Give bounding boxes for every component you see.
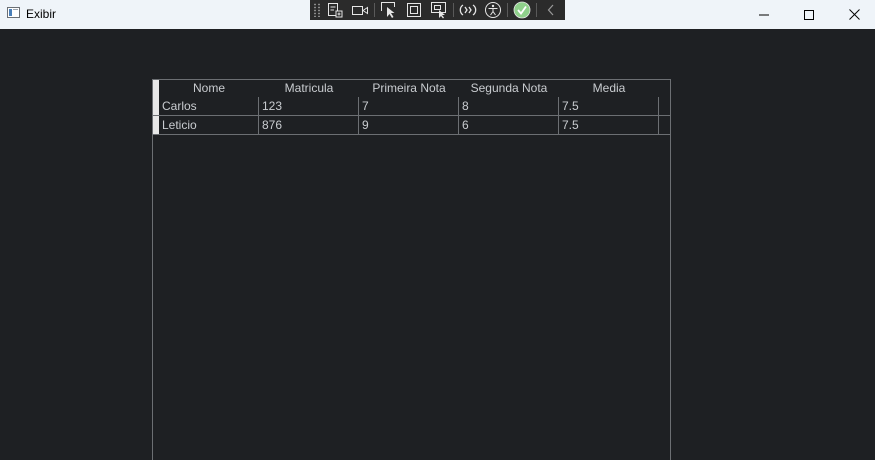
go-to-live-visual-tree-button[interactable]: [324, 0, 346, 20]
cell-matricula[interactable]: 876: [259, 116, 359, 134]
cell-nome[interactable]: Leticio: [159, 116, 259, 134]
collapse-toolbar-button[interactable]: [540, 0, 562, 20]
minimize-icon: [759, 14, 769, 15]
display-layout-adorners-icon: [407, 3, 421, 17]
cell-media[interactable]: 7.5: [559, 116, 659, 134]
cell-segunda-nota[interactable]: 8: [459, 97, 559, 115]
hot-reload-icon: [459, 4, 477, 16]
column-header-media[interactable]: Media: [559, 80, 659, 97]
track-focused-element-button[interactable]: [428, 0, 450, 20]
close-button[interactable]: [831, 0, 875, 29]
select-element-icon: [381, 2, 395, 18]
app-window: Exibir Nome Matricula Primeira Nota Segu…: [0, 0, 875, 460]
column-header-nome[interactable]: Nome: [159, 80, 259, 97]
cell-primeira-nota[interactable]: 9: [359, 116, 459, 134]
toolbar-separator: [374, 3, 375, 17]
column-header-segunda-nota[interactable]: Segunda Nota: [459, 80, 559, 97]
toolbar-separator: [453, 3, 454, 17]
cell-media[interactable]: 7.5: [559, 97, 659, 115]
binding-check-button[interactable]: [511, 0, 533, 20]
record-button[interactable]: [349, 0, 371, 20]
toolbar-separator: [507, 3, 508, 17]
column-header-primeira-nota[interactable]: Primeira Nota: [359, 80, 459, 97]
toolbar-grip-icon[interactable]: [313, 3, 321, 17]
display-layout-adorners-button[interactable]: [403, 0, 425, 20]
table-row[interactable]: Carlos 123 7 8 7.5: [153, 97, 670, 116]
students-data-grid[interactable]: Nome Matricula Primeira Nota Segunda Not…: [152, 79, 671, 460]
cell-nome[interactable]: Carlos: [159, 97, 259, 115]
maximize-icon: [804, 9, 814, 20]
accessibility-icon: [485, 2, 501, 18]
toolbar-separator: [536, 3, 537, 17]
maximize-button[interactable]: [786, 0, 832, 29]
minimize-button[interactable]: [741, 0, 787, 29]
grid-header: Nome Matricula Primeira Nota Segunda Not…: [153, 80, 670, 97]
track-focused-element-icon: [431, 2, 446, 19]
window-title: Exibir: [26, 7, 57, 21]
table-row[interactable]: Leticio 876 9 6 7.5: [153, 116, 670, 135]
cell-matricula[interactable]: 123: [259, 97, 359, 115]
record-icon: [352, 6, 368, 15]
collapse-icon: [547, 4, 554, 16]
cell-primeira-nota[interactable]: 7: [359, 97, 459, 115]
app-icon: [7, 7, 20, 18]
go-to-live-visual-tree-icon: [328, 3, 343, 18]
cell-segunda-nota[interactable]: 6: [459, 116, 559, 134]
hot-reload-button[interactable]: [457, 0, 479, 20]
select-element-button[interactable]: [378, 0, 400, 20]
accessibility-button[interactable]: [482, 0, 504, 20]
check-icon: [513, 1, 531, 19]
column-header-matricula[interactable]: Matricula: [259, 80, 359, 97]
close-icon: [848, 9, 860, 20]
debug-toolbar: [310, 0, 565, 20]
